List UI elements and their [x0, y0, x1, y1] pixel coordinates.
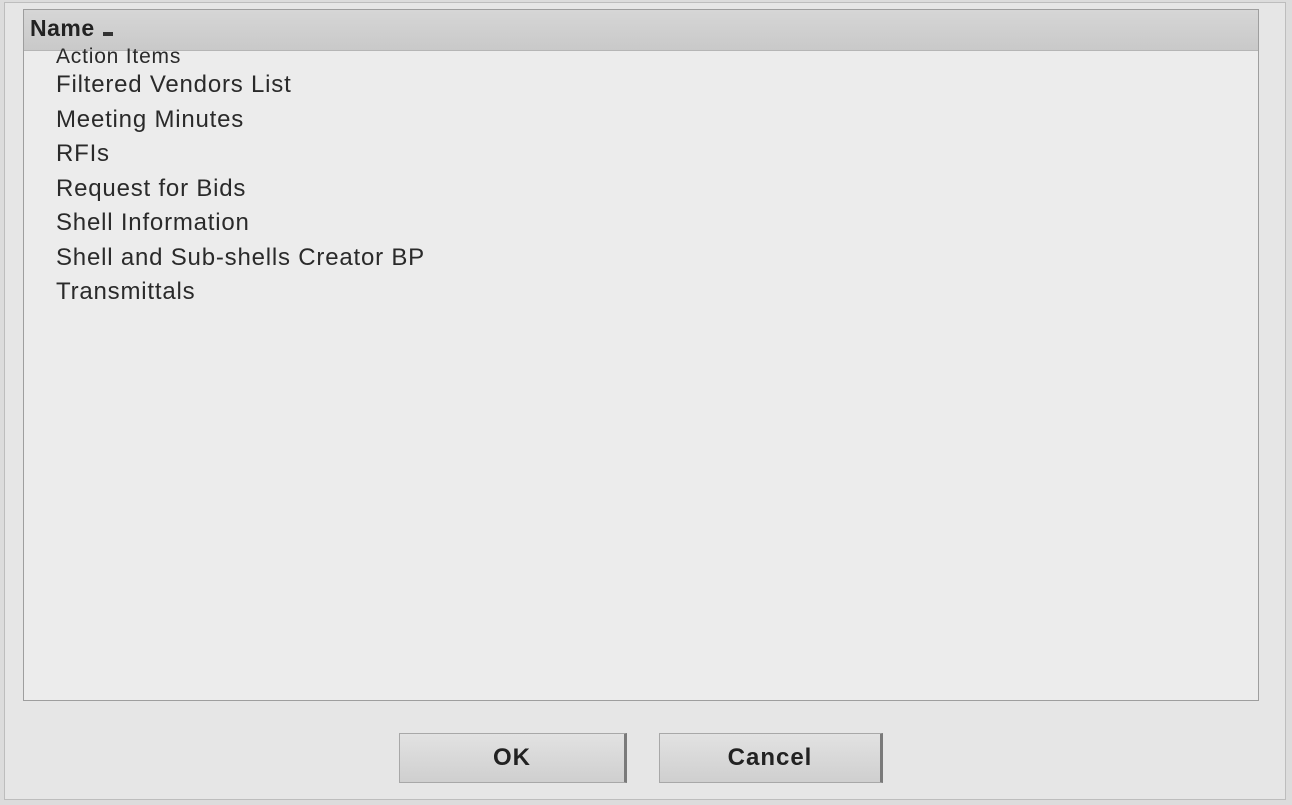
- sort-indicator-icon: [102, 32, 113, 36]
- name-column-label: Name: [30, 14, 95, 41]
- select-dialog: Name Action Items Filtered Vendors List …: [4, 2, 1286, 800]
- list-item[interactable]: Shell Information: [24, 206, 1258, 241]
- dialog-footer: OK Cancel: [5, 713, 1285, 793]
- ok-button[interactable]: OK: [399, 733, 627, 783]
- list-body: Action Items Filtered Vendors List Meeti…: [24, 46, 1258, 700]
- cancel-button[interactable]: Cancel: [659, 733, 883, 783]
- list-item[interactable]: Request for Bids: [24, 172, 1258, 207]
- name-column-header[interactable]: Name: [30, 14, 113, 42]
- list-item[interactable]: Filtered Vendors List: [24, 68, 1258, 103]
- list-header: Name: [24, 10, 1258, 51]
- list-item[interactable]: Shell and Sub-shells Creator BP: [24, 241, 1258, 276]
- list-item[interactable]: Action Items: [24, 46, 1258, 68]
- list-item[interactable]: Transmittals: [24, 275, 1258, 310]
- name-list-panel: Name Action Items Filtered Vendors List …: [23, 9, 1259, 701]
- list-item[interactable]: RFIs: [24, 137, 1258, 172]
- list-item[interactable]: Meeting Minutes: [24, 103, 1258, 138]
